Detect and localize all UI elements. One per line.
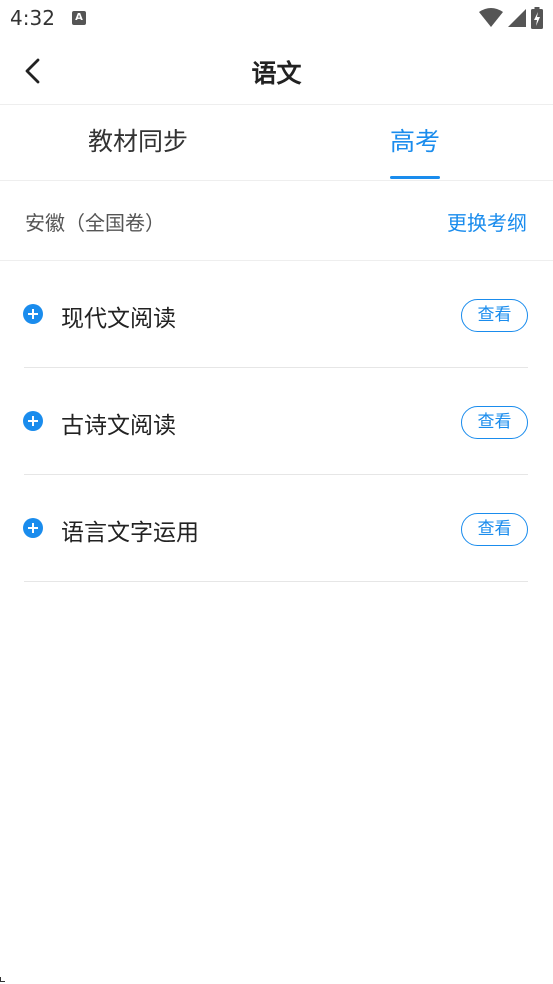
- battery-charging-icon: [531, 7, 543, 29]
- region-row: 安徽（全国卷） 更换考纲: [0, 181, 553, 261]
- page-title: 语文: [251, 59, 302, 88]
- view-button[interactable]: 查看: [461, 513, 528, 546]
- topic-label: 古诗文阅读: [61, 413, 176, 439]
- plus-circle-icon[interactable]: [23, 411, 43, 431]
- topic-label: 语言文字运用: [61, 520, 199, 546]
- plus-circle-icon[interactable]: [23, 518, 43, 538]
- tab-textbook-sync[interactable]: 教材同步: [62, 105, 214, 180]
- region-label: 安徽（全国卷）: [25, 211, 165, 235]
- screen: 4:32 A 语文 教材同步 高考 安徽（全国卷） 更换考纲 现代文阅读 查看 …: [0, 0, 553, 984]
- app-header: 语文: [0, 38, 553, 105]
- topic-label: 现代文阅读: [61, 306, 176, 332]
- view-button[interactable]: 查看: [461, 406, 528, 439]
- wifi-icon: [479, 8, 503, 27]
- tab-bar: 教材同步 高考: [0, 105, 553, 181]
- status-icons: [479, 7, 543, 29]
- active-tab-indicator: [390, 176, 440, 179]
- corner-mark: [0, 977, 5, 982]
- status-bar: 4:32 A: [0, 0, 553, 38]
- topic-item[interactable]: 语言文字运用 查看: [23, 475, 528, 582]
- status-time: 4:32: [10, 6, 55, 30]
- text-a-icon: A: [72, 11, 86, 25]
- topic-item[interactable]: 现代文阅读 查看: [23, 261, 528, 368]
- view-button[interactable]: 查看: [461, 299, 528, 332]
- cell-signal-icon: [508, 9, 526, 27]
- change-outline-link[interactable]: 更换考纲: [447, 207, 527, 236]
- topic-item[interactable]: 古诗文阅读 查看: [23, 368, 528, 475]
- tab-gaokao[interactable]: 高考: [382, 105, 448, 180]
- plus-circle-icon[interactable]: [23, 304, 43, 324]
